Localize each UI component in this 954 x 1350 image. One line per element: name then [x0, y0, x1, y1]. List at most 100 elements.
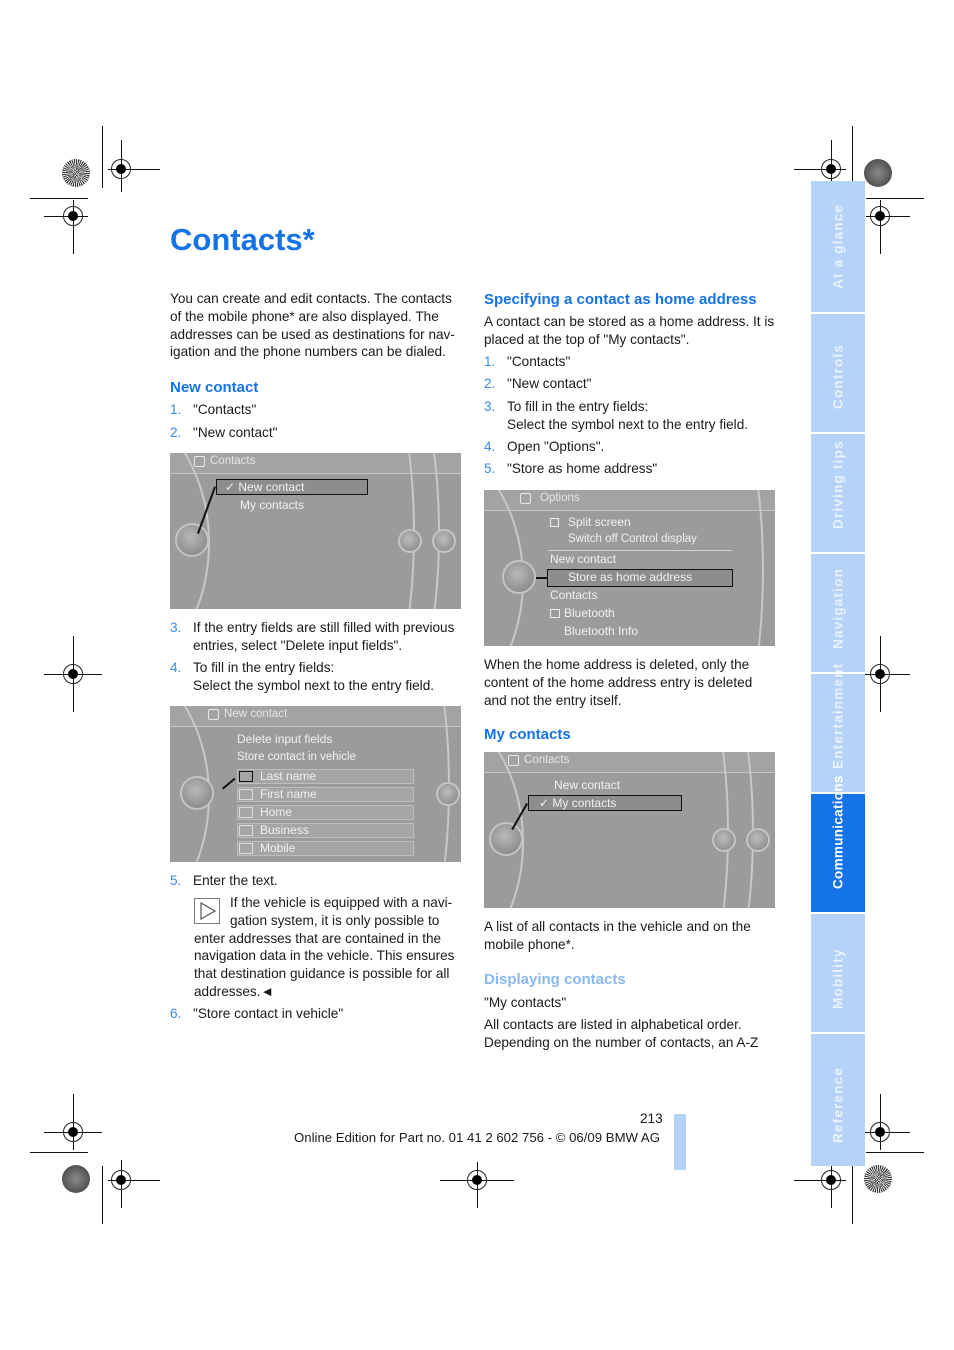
text-line: and not the entry itself. [484, 692, 622, 708]
registration-dot [864, 1165, 892, 1193]
menu-item: Switch off Control display [568, 533, 697, 545]
add-knob [436, 782, 460, 806]
text-line: placed at the top of "My contacts". [484, 331, 690, 347]
screen-contacts-menu: Contacts ✓ New contact My contacts [170, 453, 461, 609]
screen-header-label: Contacts [524, 754, 570, 766]
tab-communications[interactable]: Communications [811, 775, 865, 912]
footer-tab-marker [674, 1114, 686, 1170]
menu-item: Store contact in vehicle [237, 751, 356, 763]
tab-label: Navigation [830, 567, 846, 649]
edit-field-icon [239, 825, 253, 836]
tab-label: Driving tips [830, 440, 846, 529]
checkbox-icon [550, 518, 559, 527]
text-line: When the home address is deleted, only t… [484, 657, 750, 672]
crop-line [866, 198, 924, 199]
menu-item: Store as home address [568, 570, 693, 584]
field-label: First name [260, 787, 317, 801]
note-paragraph: If the vehicle is equipped with a navi- … [194, 894, 474, 1001]
text-line: content of the home address entry is del… [484, 674, 753, 690]
controller-knob [432, 529, 456, 553]
text-line: Depending on the number of contacts, an … [484, 1034, 759, 1050]
registration-mark [63, 664, 83, 684]
registration-dot [62, 1165, 90, 1193]
step-number: 6. [170, 1006, 182, 1021]
text-line: You can create and edit contacts. The co… [170, 291, 452, 306]
divider [548, 550, 732, 551]
controller-knob [175, 523, 209, 557]
crop-line [852, 126, 853, 188]
step-number: 5. [484, 461, 496, 476]
tab-label: Communications [830, 775, 846, 889]
crop-line [30, 198, 88, 199]
displaying-step: "My contacts" [484, 995, 567, 1010]
screen-my-contacts: Contacts New contact ✓ My contacts [484, 752, 775, 908]
controller-knob [180, 776, 214, 810]
text-line: of the mobile phone* are also displayed.… [170, 308, 439, 324]
home-deleted-paragraph: When the home address is deleted, only t… [484, 656, 784, 709]
menu-item: Delete input fields [237, 732, 333, 746]
menu-item: Contacts [550, 588, 598, 602]
controller-knob [398, 529, 422, 553]
screen-arc [674, 490, 764, 646]
tab-label: Mobility [830, 948, 846, 1009]
text-line: enter addresses that are contained in th… [194, 930, 442, 946]
tab-at-a-glance[interactable]: At a glance [811, 181, 865, 312]
tab-mobility[interactable]: Mobility [811, 914, 865, 1032]
step-text: entries, select "Delete input fields". [193, 637, 403, 653]
crop-line [866, 1152, 924, 1153]
new-contact-icon [208, 709, 219, 720]
tab-driving-tips[interactable]: Driving tips [811, 434, 865, 552]
registration-mark [821, 1170, 841, 1190]
text-line: navigation data in the vehicle. This ens… [194, 948, 455, 964]
tab-navigation[interactable]: Navigation [811, 554, 865, 672]
menu-item: New contact [550, 552, 617, 566]
menu-item: ✓ New contact [225, 480, 305, 494]
text-line: gation system, it is only possible to [230, 912, 440, 928]
step-text: Open "Options". [507, 439, 605, 454]
tab-label: At a glance [830, 203, 846, 289]
screen-header-label: Contacts [210, 455, 256, 467]
text-line: mobile phone*. [484, 936, 575, 952]
registration-mark [111, 1170, 131, 1190]
field-label: Last name [260, 769, 317, 783]
registration-mark [821, 159, 841, 179]
step-text: Select the symbol next to the entry fiel… [507, 416, 749, 432]
text-line: addresses.◄ [194, 983, 274, 999]
controller-knob [502, 560, 536, 594]
step-number: 1. [170, 402, 182, 417]
screen-new-contact: New contact Delete input fields Store co… [170, 706, 461, 862]
text-line: that destination guidance is possible fo… [194, 966, 450, 982]
tab-label: Entertainment [830, 662, 846, 769]
step-number: 2. [484, 376, 496, 391]
selection-pointer [222, 777, 236, 790]
registration-mark [870, 1122, 890, 1142]
crop-line [102, 126, 103, 188]
section-heading-home-address: Specifying a contact as home address [484, 291, 757, 308]
crop-line [102, 1166, 103, 1224]
displaying-paragraph: All contacts are listed in alphabetical … [484, 1016, 784, 1052]
screen-header-label: Options [540, 492, 580, 504]
menu-item: My contacts [240, 498, 305, 512]
controller-knob [712, 828, 736, 852]
step-number: 5. [170, 873, 182, 888]
registration-mark [870, 206, 890, 226]
edit-field-icon [239, 807, 253, 818]
step-text: "Store as home address" [507, 461, 658, 476]
step-number: 4. [484, 439, 496, 454]
menu-item: ✓ My contacts [539, 796, 617, 810]
step-text: To fill in the entry fields: [193, 660, 335, 675]
step-text: To fill in the entry fields: [507, 399, 649, 414]
registration-mark [467, 1170, 487, 1190]
step-text: Enter the text. [193, 873, 278, 888]
controller-knob [489, 822, 523, 856]
text-line: igation and the phone numbers can be dia… [170, 344, 446, 360]
tab-reference[interactable]: Reference [811, 1034, 865, 1166]
my-contacts-paragraph: A list of all contacts in the vehicle an… [484, 918, 784, 954]
phonebook-icon [508, 755, 519, 766]
step-text: "Contacts" [507, 354, 571, 369]
screen-options: Options Split screen Switch off Control … [484, 490, 775, 646]
text-line: addresses can be used as destinations fo… [170, 326, 455, 342]
intro-paragraph: You can create and edit contacts. The co… [170, 290, 470, 361]
tab-controls[interactable]: Controls [811, 314, 865, 432]
field-label: Mobile [260, 841, 296, 855]
